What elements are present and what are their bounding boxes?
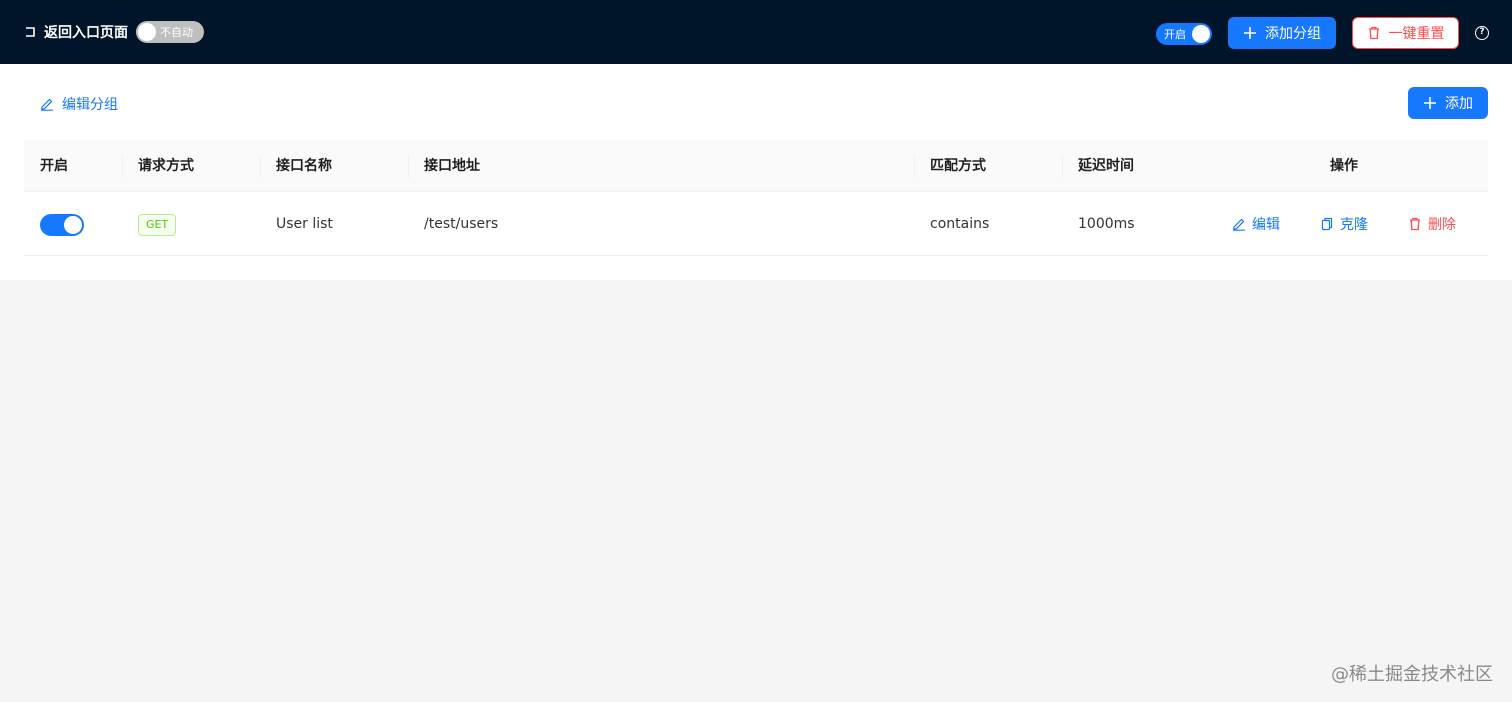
back-to-entry-link[interactable]: 返回入口页面: [24, 22, 128, 42]
rule-path: /test/users: [424, 216, 499, 232]
auto-toggle[interactable]: 不自动: [136, 21, 204, 43]
column-header-method: 请求方式: [138, 158, 194, 174]
add-group-label: 添加分组: [1265, 26, 1321, 42]
enable-toggle-knob: [1192, 25, 1210, 43]
enable-toggle-label: 开启: [1164, 28, 1186, 41]
table-row: GET User list /test/users contains 1000m…: [24, 192, 1488, 256]
edit-icon: [41, 98, 53, 111]
edit-group-link[interactable]: 编辑分组: [40, 94, 118, 114]
table-header: 开启 请求方式 接口名称 接口地址 匹配方式 延迟时间 操作: [24, 140, 1488, 192]
column-divider: [914, 156, 915, 178]
trash-icon: [1368, 26, 1379, 40]
column-divider: [260, 156, 261, 178]
plus-icon: [1244, 27, 1256, 39]
help-icon[interactable]: ?: [1475, 26, 1489, 40]
add-rule-label: 添加: [1445, 96, 1473, 112]
rule-toggle-knob: [64, 216, 82, 234]
column-header-enabled: 开启: [40, 158, 68, 174]
edit-rule-label: 编辑: [1252, 217, 1280, 233]
plus-icon: [1424, 97, 1436, 109]
reset-all-button[interactable]: 一键重置: [1352, 17, 1459, 49]
add-rule-button[interactable]: 添加: [1408, 87, 1488, 119]
delete-rule-button[interactable]: 删除: [1408, 213, 1456, 235]
column-divider: [408, 156, 409, 178]
top-header: 返回入口页面 不自动 开启 添加分组 一键重置 ?: [0, 0, 1512, 64]
column-header-actions: 操作: [1330, 158, 1358, 174]
back-label: 返回入口页面: [44, 25, 128, 41]
method-tag: GET: [138, 214, 177, 236]
watermark: @稀土掘金技术社区: [1331, 664, 1493, 685]
back-icon: [26, 27, 35, 37]
rule-match: contains: [930, 216, 990, 232]
delete-rule-label: 删除: [1428, 217, 1456, 233]
rule-enabled-toggle[interactable]: [40, 214, 84, 236]
edit-icon: [1233, 218, 1245, 231]
enable-toggle[interactable]: 开启: [1156, 23, 1212, 45]
add-group-button[interactable]: 添加分组: [1228, 17, 1336, 49]
rule-name: User list: [276, 216, 333, 232]
auto-toggle-knob: [138, 23, 156, 41]
column-divider: [1062, 156, 1063, 178]
column-header-match: 匹配方式: [930, 158, 986, 174]
trash-icon: [1410, 217, 1420, 231]
rules-table: 开启 请求方式 接口名称 接口地址 匹配方式 延迟时间 操作 GET User …: [24, 140, 1488, 256]
copy-icon: [1321, 217, 1333, 231]
rules-card: 编辑分组 添加 开启 请求方式 接口名称 接口地址 匹配方式 延迟时间 操作 G…: [0, 64, 1512, 280]
reset-all-label: 一键重置: [1388, 26, 1445, 42]
clone-rule-button[interactable]: 克隆: [1320, 213, 1368, 235]
column-header-path: 接口地址: [424, 158, 480, 174]
edit-rule-button[interactable]: 编辑: [1232, 213, 1280, 235]
clone-rule-label: 克隆: [1340, 217, 1368, 233]
column-divider: [122, 156, 123, 178]
edit-group-label: 编辑分组: [62, 97, 118, 113]
column-header-delay: 延迟时间: [1078, 158, 1134, 174]
auto-toggle-label: 不自动: [160, 26, 193, 39]
rule-delay: 1000ms: [1078, 216, 1135, 232]
column-header-name: 接口名称: [276, 158, 332, 174]
